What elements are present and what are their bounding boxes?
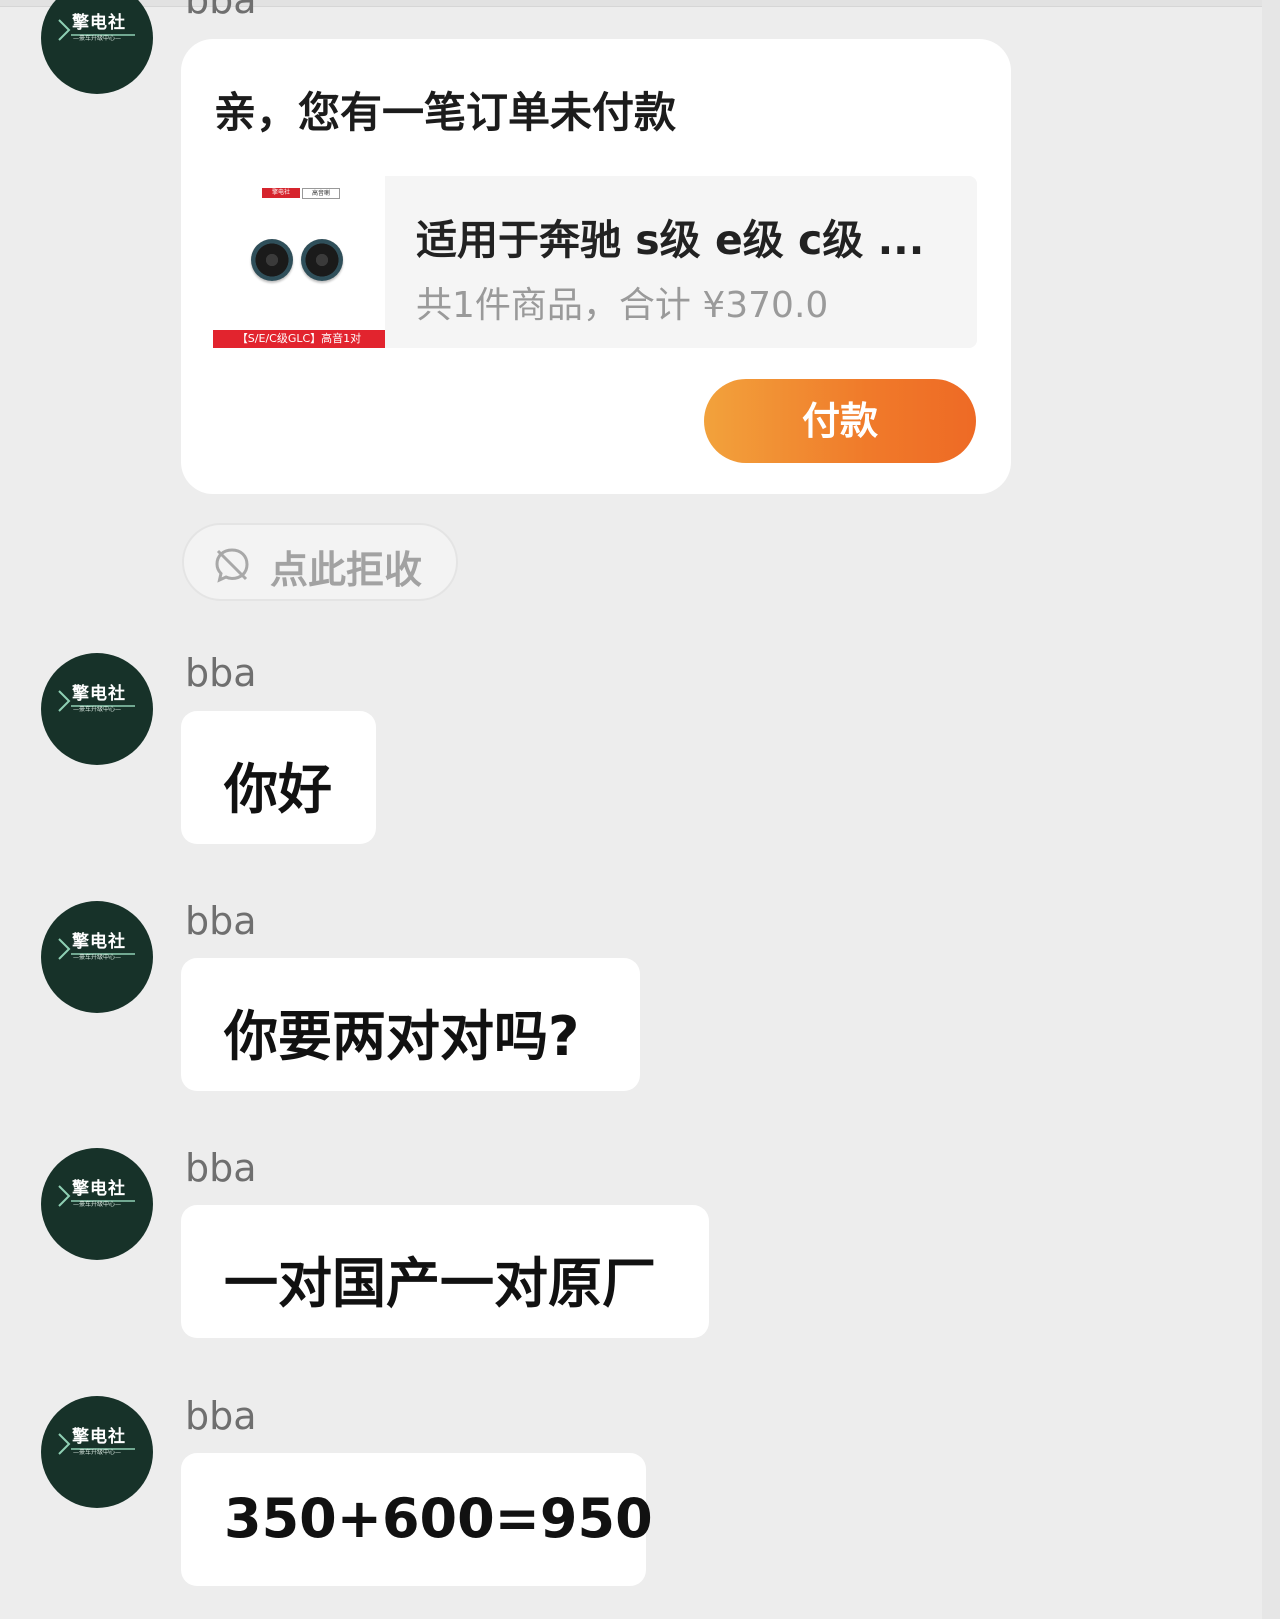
avatar-brand: 擎电社 xyxy=(72,684,126,704)
chat-off-icon xyxy=(215,548,249,583)
sender-name: bba xyxy=(185,651,257,695)
avatar-subtitle: —豪车升级中心— xyxy=(72,706,121,713)
avatar-brand: 擎电社 xyxy=(72,13,126,33)
product-thumbnail[interactable]: 擎电社 高音喇 【S/E/C级GLC】高音1对 xyxy=(213,176,385,348)
pay-button[interactable]: 付款 xyxy=(704,379,976,463)
avatar[interactable]: 擎电社 —豪车升级中心— xyxy=(41,1396,153,1508)
message-text: 你好 xyxy=(224,758,332,821)
message-text: 350+600=950 xyxy=(224,1487,653,1550)
avatar-subtitle: —豪车升级中心— xyxy=(72,35,121,42)
avatar-brand: 擎电社 xyxy=(72,1427,126,1447)
thumb-caption: 【S/E/C级GLC】高音1对 xyxy=(213,330,385,348)
thumb-type-tag: 高音喇 xyxy=(302,188,340,199)
message-bubble[interactable]: 一对国产一对原厂 xyxy=(181,1205,709,1338)
scrollbar-track[interactable] xyxy=(1262,0,1280,1619)
speaker-image-right xyxy=(301,239,343,281)
message-text: 你要两对对吗? xyxy=(224,1005,580,1068)
thumb-brand-tag: 擎电社 xyxy=(262,188,300,198)
message-bubble[interactable]: 350+600=950 xyxy=(181,1453,653,1586)
avatar[interactable]: 擎电社 —豪车升级中心— xyxy=(41,1148,153,1260)
product-info[interactable]: 适用于奔驰 s级 e级 c级 ... 共1件商品，合计 ¥370.0 xyxy=(385,176,977,348)
avatar-subtitle: —豪车升级中心— xyxy=(72,954,121,961)
avatar-brand: 擎电社 xyxy=(72,1179,126,1199)
reject-button[interactable]: 点此拒收 xyxy=(182,523,458,601)
product-name: 适用于奔驰 s级 e级 c级 ... xyxy=(416,216,925,264)
message-bubble[interactable]: 你好 xyxy=(181,711,376,844)
sender-name: bba xyxy=(185,1146,257,1190)
unpaid-order-card[interactable]: 亲，您有一笔订单未付款 擎电社 高音喇 【S/E/C级GLC】高音1对 适用于奔… xyxy=(181,39,1011,494)
order-summary: 共1件商品，合计 ¥370.0 xyxy=(416,285,829,326)
avatar-subtitle: —豪车升级中心— xyxy=(72,1201,121,1208)
message-text: 一对国产一对原厂 xyxy=(224,1252,656,1315)
chat-window: bba 擎电社 —豪车升级中心— 亲，您有一笔订单未付款 擎电社 高音喇 【S/… xyxy=(0,0,1280,1619)
avatar-brand: 擎电社 xyxy=(72,932,126,952)
reject-label: 点此拒收 xyxy=(270,548,423,592)
order-title: 亲，您有一笔订单未付款 xyxy=(214,88,677,137)
sender-name: bba xyxy=(185,1394,257,1438)
avatar[interactable]: 擎电社 —豪车升级中心— xyxy=(41,653,153,765)
avatar[interactable]: 擎电社 —豪车升级中心— xyxy=(41,901,153,1013)
order-sender-name: bba xyxy=(185,0,257,22)
sender-name: bba xyxy=(185,899,257,943)
message-bubble[interactable]: 你要两对对吗? xyxy=(181,958,640,1091)
speaker-image-left xyxy=(251,239,293,281)
avatar-subtitle: —豪车升级中心— xyxy=(72,1449,121,1456)
avatar[interactable]: 擎电社 —豪车升级中心— xyxy=(41,0,153,94)
